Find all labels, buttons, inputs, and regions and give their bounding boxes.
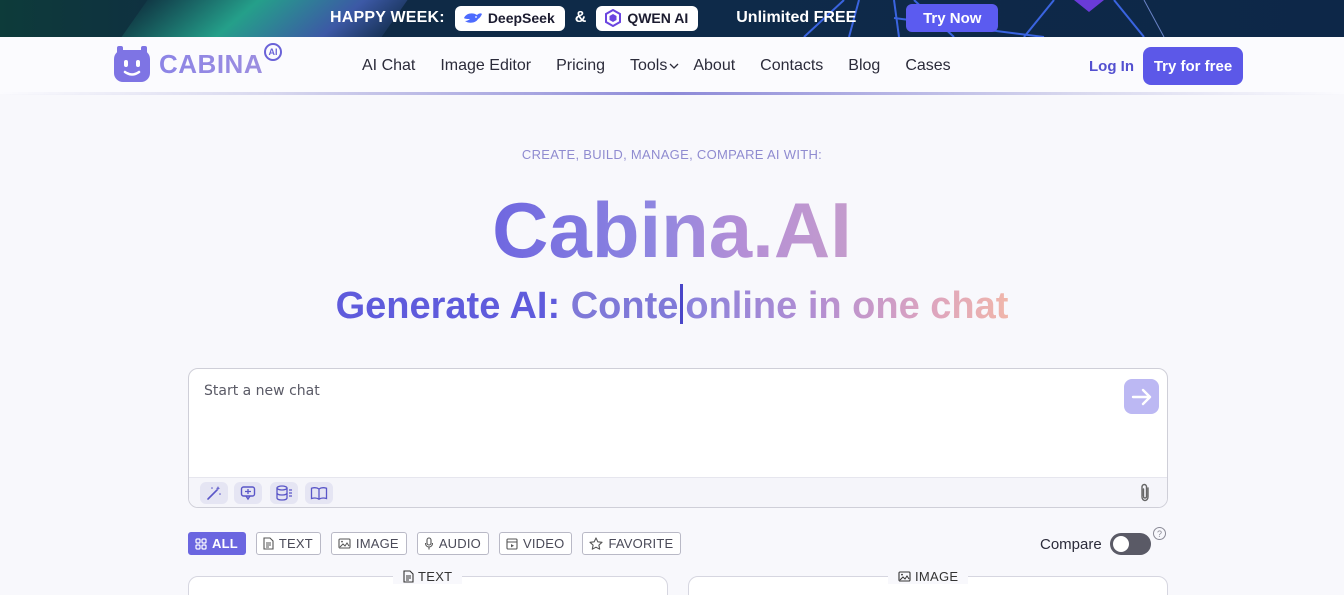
database-button[interactable] bbox=[270, 482, 298, 504]
logo-wordmark: CABINA bbox=[159, 48, 264, 79]
nav-item-contacts[interactable]: Contacts bbox=[760, 57, 823, 75]
qwen-logo-icon bbox=[605, 9, 622, 27]
filter-image[interactable]: IMAGE bbox=[330, 532, 407, 555]
grid-icon bbox=[195, 537, 207, 550]
nav-divider bbox=[0, 92, 1344, 95]
microphone-icon bbox=[424, 537, 433, 550]
robot-logo-icon bbox=[114, 46, 150, 82]
compare-toggle[interactable] bbox=[1110, 533, 1151, 555]
try-now-button[interactable]: Try Now bbox=[906, 4, 999, 32]
image-card-title: IMAGE bbox=[915, 569, 959, 584]
deepseek-whale-icon bbox=[463, 13, 482, 23]
nav-item-tools-label: Tools bbox=[629, 57, 668, 74]
filter-audio-label: AUDIO bbox=[438, 536, 481, 551]
promo-unlimited: Unlimited FREE bbox=[736, 9, 857, 26]
promo-happy-week: HAPPY WEEK: bbox=[330, 9, 445, 26]
hero-title-text: Cabina.AI bbox=[492, 186, 852, 274]
filter-text[interactable]: TEXT bbox=[255, 532, 321, 555]
qwen-label: QWEN AI bbox=[627, 10, 689, 26]
filter-favorite[interactable]: FAVORITE bbox=[582, 532, 682, 555]
promo-banner: HAPPY WEEK: DeepSeek & QWEN AI Unlimited… bbox=[0, 0, 1344, 37]
cabina-logo[interactable]: CABINA AI bbox=[113, 43, 282, 83]
video-icon bbox=[506, 537, 518, 550]
text-card-label: TEXT bbox=[393, 569, 463, 584]
compare-label: Compare bbox=[1040, 536, 1102, 553]
chat-input[interactable] bbox=[189, 369, 1167, 477]
image-icon bbox=[898, 571, 911, 582]
category-filters: ALL TEXT IMAGE AUDIO VIDEO FAVORITE bbox=[188, 532, 691, 555]
filter-video[interactable]: VIDEO bbox=[498, 532, 573, 555]
deepseek-label: DeepSeek bbox=[487, 10, 555, 26]
nav-item-tools[interactable]: Tools bbox=[630, 57, 679, 75]
filter-all-label: ALL bbox=[212, 536, 238, 551]
login-link[interactable]: Log In bbox=[1089, 58, 1134, 75]
hero-subtitle-rest: online in one chat bbox=[685, 285, 1009, 327]
hero-subtitle-typed: Conte bbox=[570, 285, 679, 327]
chat-input-box bbox=[188, 368, 1168, 508]
nav-item-blog[interactable]: Blog bbox=[848, 57, 880, 75]
filter-text-label: TEXT bbox=[278, 536, 313, 551]
document-icon bbox=[403, 570, 414, 583]
magic-wand-icon bbox=[207, 486, 221, 500]
help-icon[interactable]: ? bbox=[1153, 527, 1166, 540]
attach-button[interactable] bbox=[1135, 482, 1155, 504]
nav-item-about[interactable]: About bbox=[693, 57, 735, 75]
book-icon bbox=[310, 487, 328, 500]
chat-toolbar bbox=[189, 477, 1167, 507]
document-icon bbox=[263, 537, 274, 550]
filter-all[interactable]: ALL bbox=[188, 532, 246, 555]
library-button[interactable] bbox=[305, 482, 333, 504]
promo-ampersand: & bbox=[574, 9, 587, 26]
nav-item-ai-chat[interactable]: AI Chat bbox=[362, 57, 415, 75]
logo-ai-badge: AI bbox=[264, 43, 282, 61]
toggle-knob bbox=[1113, 536, 1129, 552]
chat-bubble-icon bbox=[240, 486, 256, 501]
prompt-magic-button[interactable] bbox=[200, 482, 228, 504]
arrow-right-icon bbox=[1131, 388, 1151, 405]
chevron-down-icon bbox=[669, 63, 679, 69]
filter-favorite-label: FAVORITE bbox=[608, 536, 674, 551]
hero-title: Cabina.AI bbox=[0, 186, 1344, 274]
filter-image-label: IMAGE bbox=[355, 536, 399, 551]
image-icon bbox=[338, 538, 351, 549]
typing-cursor bbox=[680, 284, 684, 324]
filter-video-label: VIDEO bbox=[522, 536, 565, 551]
deepseek-badge[interactable]: DeepSeek bbox=[454, 5, 565, 31]
send-button[interactable] bbox=[1124, 379, 1159, 414]
hero-eyebrow: CREATE, BUILD, MANAGE, COMPARE AI WITH: bbox=[521, 147, 823, 162]
database-icon bbox=[276, 485, 292, 501]
text-card-title: TEXT bbox=[418, 569, 453, 584]
star-icon bbox=[589, 537, 604, 550]
try-for-free-button[interactable]: Try for free bbox=[1143, 47, 1243, 85]
nav-item-pricing[interactable]: Pricing bbox=[556, 57, 605, 75]
paperclip-icon bbox=[1141, 483, 1149, 502]
filter-audio[interactable]: AUDIO bbox=[416, 532, 489, 555]
hero-subtitle-prefix: Generate AI: bbox=[335, 285, 561, 327]
nav-item-cases[interactable]: Cases bbox=[905, 57, 950, 75]
main-menu: AI Chat Image Editor Pricing Tools About… bbox=[362, 57, 951, 75]
top-navigation: CABINA AI AI Chat Image Editor Pricing T… bbox=[0, 37, 1344, 95]
chat-mode-button[interactable] bbox=[234, 482, 262, 504]
hero-subtitle: Generate AI: Conte online in one chat bbox=[0, 283, 1344, 329]
nav-item-image-editor[interactable]: Image Editor bbox=[440, 57, 531, 75]
qwen-badge[interactable]: QWEN AI bbox=[596, 5, 699, 31]
image-card-label: IMAGE bbox=[888, 569, 969, 584]
